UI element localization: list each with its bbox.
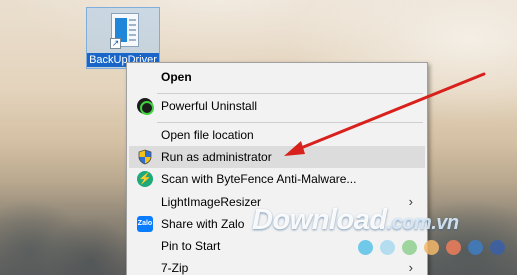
watermark-dot [446, 240, 461, 255]
watermark-dot [490, 240, 505, 255]
watermark-dot [380, 240, 395, 255]
watermark-dot [358, 240, 373, 255]
watermark-text: Download [252, 204, 387, 236]
watermark-dot [468, 240, 483, 255]
watermark-suffix: .com.vn [386, 212, 460, 234]
watermark-logo: Download.com.vn [252, 204, 459, 237]
watermark-dot [424, 240, 439, 255]
watermark-dot [402, 240, 417, 255]
